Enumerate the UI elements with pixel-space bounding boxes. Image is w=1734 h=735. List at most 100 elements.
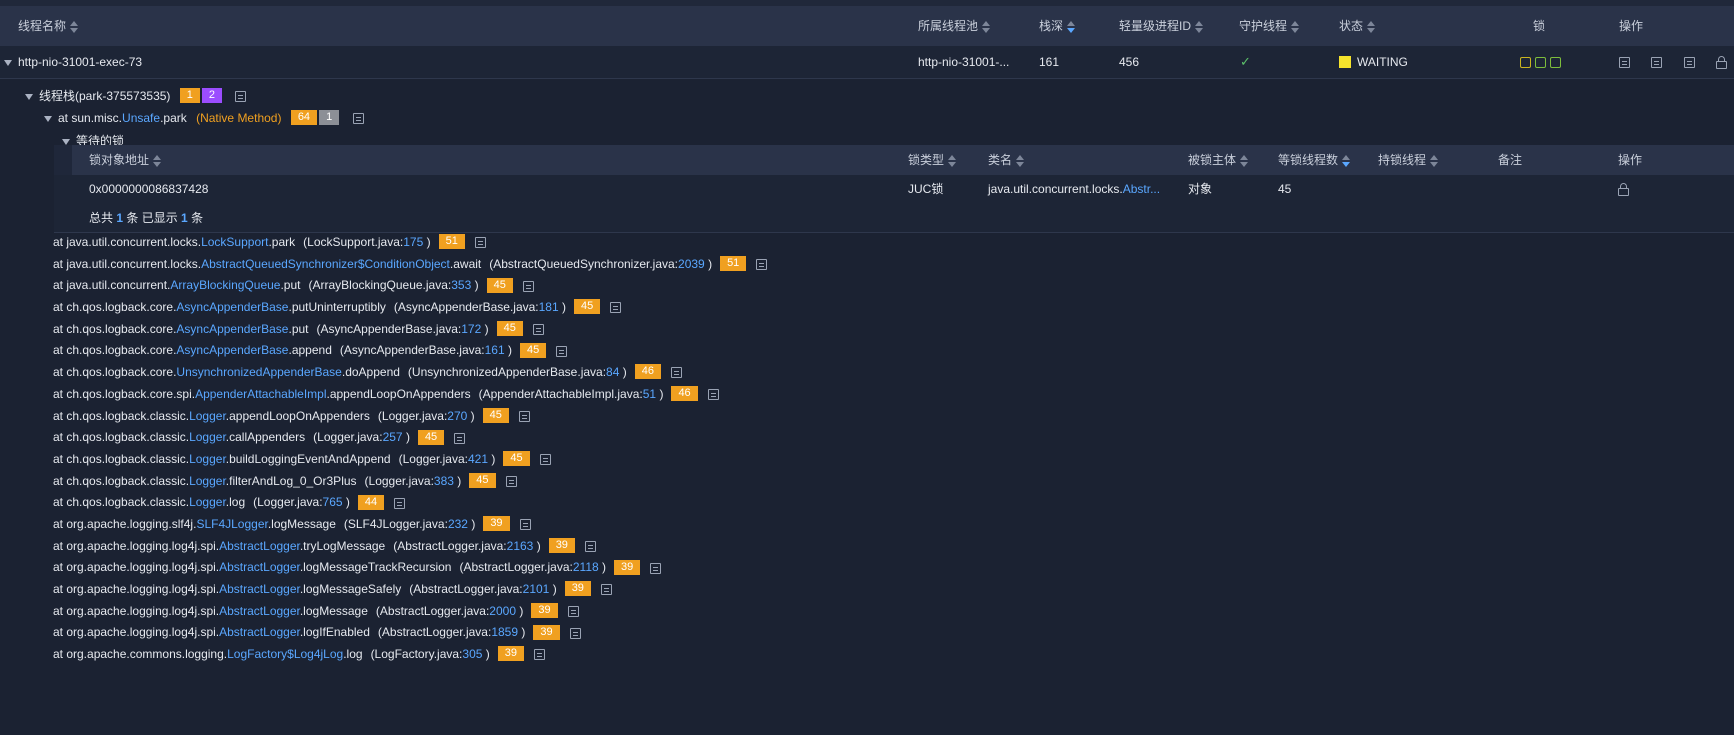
expand-arrow-icon[interactable] [44,115,52,122]
badge-count[interactable]: 45 [503,451,530,467]
badge-count[interactable]: 45 [496,321,523,337]
stack-frame[interactable]: at org.apache.commons.logging.LogFactory… [53,644,1733,666]
expand-arrow-icon[interactable] [4,59,12,66]
badge-count[interactable]: 45 [574,299,601,315]
padlock-icon[interactable] [1618,182,1629,196]
copy-icon[interactable] [532,324,544,336]
badge-count[interactable]: 45 [486,277,513,293]
copy-icon[interactable] [569,627,581,639]
stack-frame[interactable]: at org.apache.logging.log4j.spi.Abstract… [53,536,1733,558]
expand-arrow-icon[interactable] [25,93,33,100]
col-lock-address[interactable]: 锁对象地址 [89,145,162,175]
badge-count[interactable]: 1 [319,110,340,126]
lock-icon[interactable] [1520,57,1531,69]
badge-count[interactable]: 46 [634,364,661,380]
copy-icon[interactable] [556,345,568,357]
stack-frame[interactable]: at org.apache.logging.log4j.spi.Abstract… [53,557,1733,579]
badge-count[interactable]: 39 [497,646,525,662]
badge-count[interactable]: 39 [533,624,560,640]
copy-icon[interactable] [519,519,531,531]
badge-count[interactable]: 39 [548,537,575,553]
copy-icon[interactable] [505,475,517,487]
lock-row[interactable]: 0x0000000086837428 JUC锁 java.util.concur… [54,175,1734,205]
stack-frame[interactable]: at java.util.concurrent.ArrayBlockingQue… [53,275,1733,297]
thread-name-cell[interactable]: http-nio-31001-exec-73 [4,46,142,78]
col-subject[interactable]: 被锁主体 [1188,145,1249,175]
col-depth[interactable]: 栈深 [1039,6,1076,46]
badge-count[interactable]: 1 [179,88,200,104]
copy-icon[interactable] [610,302,622,314]
badge-count[interactable]: 45 [482,407,509,423]
view-icon[interactable] [1619,57,1630,69]
stack-frame[interactable]: at ch.qos.logback.core.AsyncAppenderBase… [53,297,1733,319]
lock-held-icon[interactable] [1550,57,1561,69]
stack-frame[interactable]: at org.apache.logging.slf4j.SLF4JLogger.… [53,514,1733,536]
col-class-name[interactable]: 类名 [988,145,1025,175]
badge-count[interactable]: 39 [531,603,558,619]
copy-icon[interactable] [522,280,534,292]
thread-row[interactable]: http-nio-31001-exec-73 http-nio-31001-..… [0,46,1734,79]
copy-icon[interactable] [584,540,596,552]
lock-group-icon[interactable] [1535,57,1546,69]
detail-icon[interactable] [1683,57,1695,69]
col-lock-type[interactable]: 锁类型 [908,145,957,175]
stack-frame[interactable]: at org.apache.logging.log4j.spi.Abstract… [53,579,1733,601]
stack-frame[interactable]: at org.apache.logging.log4j.spi.Abstract… [53,601,1733,623]
col-thread-name[interactable]: 线程名称 [18,6,79,46]
badge-count[interactable]: 51 [720,256,747,272]
stack-frame[interactable]: at ch.qos.logback.core.AsyncAppenderBase… [53,340,1733,362]
col-waiters[interactable]: 等锁线程数 [1278,145,1351,175]
stack-root-line[interactable]: 线程栈(park-375573535) 12 [25,85,247,107]
badge-count[interactable]: 45 [469,472,496,488]
copy-icon[interactable] [539,454,551,466]
col-holder[interactable]: 持锁线程 [1378,145,1439,175]
col-state[interactable]: 状态 [1339,6,1376,46]
sort-icon[interactable] [1240,154,1249,167]
badge-count[interactable]: 39 [564,581,591,597]
sort-icon[interactable] [153,154,162,167]
sort-desc-icon[interactable] [1342,154,1351,167]
copy-icon[interactable] [671,367,682,379]
copy-icon[interactable] [756,259,768,271]
badge-count[interactable]: 39 [614,559,641,575]
sort-icon[interactable] [948,154,957,167]
copy-icon[interactable] [567,606,579,618]
stack-frame[interactable]: at org.apache.logging.log4j.spi.Abstract… [53,622,1733,644]
badge-count[interactable]: 64 [290,110,318,126]
badge-count[interactable]: 44 [357,494,385,510]
copy-icon[interactable] [352,113,364,125]
copy-icon[interactable] [707,389,719,401]
stack-frame[interactable]: at ch.qos.logback.core.AsyncAppenderBase… [53,319,1733,341]
stack-frame[interactable]: at ch.qos.logback.classic.Logger.log (Log… [53,492,1733,514]
stack-icon[interactable] [1651,57,1663,69]
sort-icon[interactable] [982,20,991,33]
sort-icon[interactable] [1195,20,1204,33]
badge-count[interactable]: 51 [438,234,465,250]
col-daemon[interactable]: 守护线程 [1239,6,1300,46]
sort-icon[interactable] [1016,154,1025,167]
copy-icon[interactable] [534,649,546,661]
sort-desc-icon[interactable] [1067,20,1076,33]
stack-frame[interactable]: at ch.qos.logback.core.spi.AppenderAttac… [53,384,1733,406]
badge-count[interactable]: 39 [483,516,510,532]
copy-icon[interactable] [454,432,466,444]
copy-icon[interactable] [650,562,662,574]
copy-icon[interactable] [518,410,530,422]
stack-frame[interactable]: at java.util.concurrent.locks.AbstractQu… [53,254,1733,276]
padlock-icon[interactable] [1716,55,1728,69]
badge-count[interactable]: 45 [520,342,547,358]
stack-frame[interactable]: at ch.qos.logback.classic.Logger.buildLo… [53,449,1733,471]
top-frame-line[interactable]: at sun.misc.Unsafe.park (Native Method) … [44,107,364,129]
badge-count[interactable]: 45 [417,429,445,445]
badge-count[interactable]: 2 [201,88,223,104]
sort-icon[interactable] [1430,154,1439,167]
expand-arrow-icon[interactable] [62,138,70,145]
sort-icon[interactable] [70,20,79,33]
copy-icon[interactable] [600,584,612,596]
stack-frame[interactable]: at ch.qos.logback.classic.Logger.callApp… [53,427,1733,449]
sort-icon[interactable] [1291,20,1300,33]
col-lwp[interactable]: 轻量级进程ID [1119,6,1204,46]
sort-icon[interactable] [1367,20,1376,33]
stack-frame[interactable]: at ch.qos.logback.core.UnsynchronizedApp… [53,362,1733,384]
col-pool[interactable]: 所属线程池 [918,6,991,46]
